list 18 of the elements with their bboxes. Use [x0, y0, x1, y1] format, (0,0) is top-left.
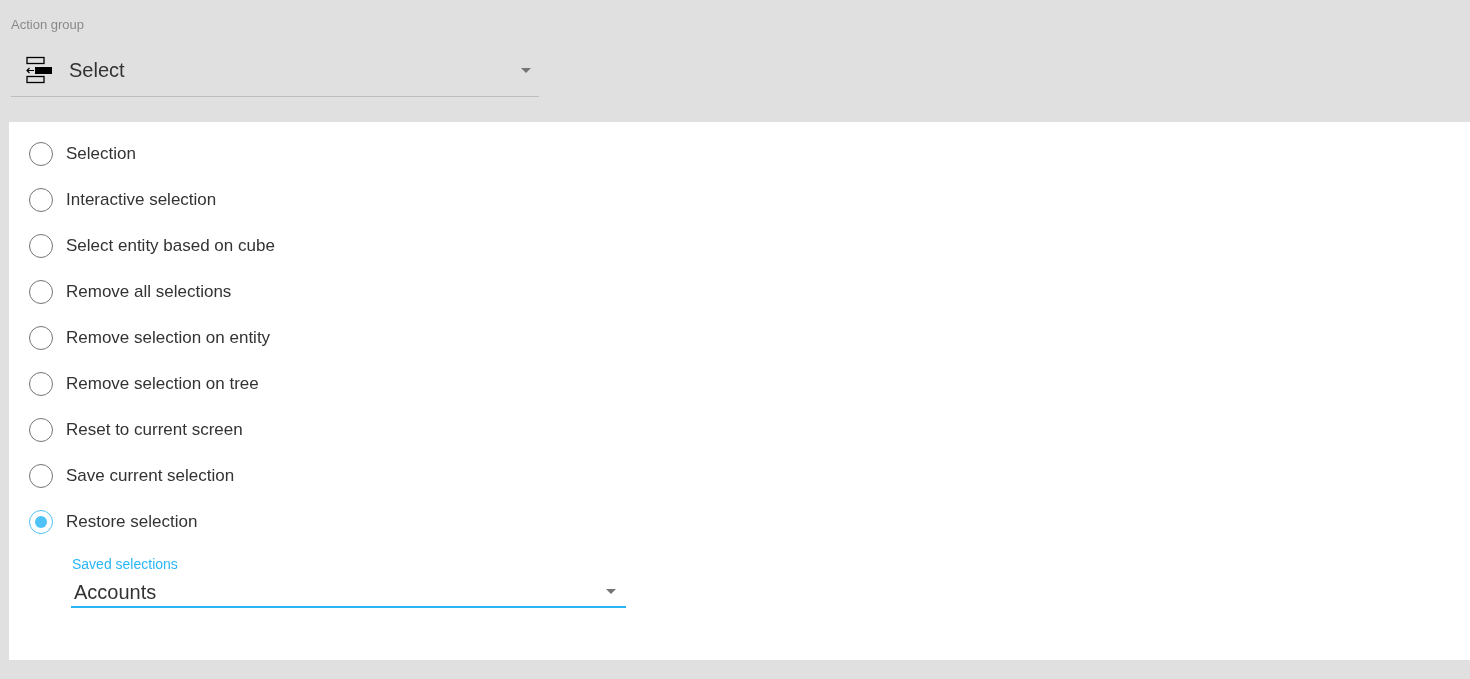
option-label: Remove selection on tree [66, 372, 259, 395]
option-label: Reset to current screen [66, 418, 243, 441]
field-label: Action group [11, 16, 85, 34]
saved-selections-select[interactable]: Accounts [71, 577, 626, 608]
field-label: Saved selections [71, 554, 179, 574]
select-value: Select [69, 58, 126, 83]
caret-icon [606, 589, 616, 594]
option-label: Select entity based on cube [66, 234, 275, 257]
caret-icon [521, 67, 531, 73]
option-label: Remove selection on entity [66, 326, 271, 349]
option-label: Selection [66, 142, 136, 165]
select-value: Accounts [74, 579, 158, 605]
select-tool-icon [25, 56, 53, 84]
action-group-select[interactable]: Select [11, 44, 539, 97]
option-label: Remove all selections [66, 280, 232, 303]
option-label: Save current selection [66, 464, 235, 487]
option-label: Interactive selection [66, 188, 217, 211]
option-label: Restore selection [66, 510, 198, 533]
